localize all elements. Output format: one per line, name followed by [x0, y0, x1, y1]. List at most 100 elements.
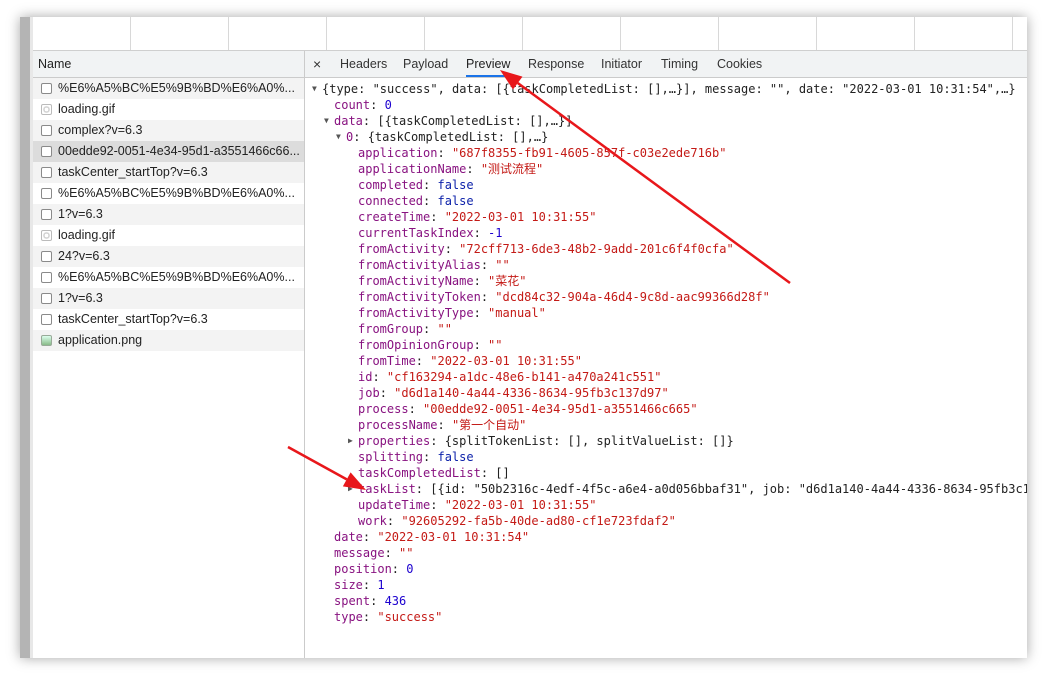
- json-key: taskList: [358, 482, 416, 496]
- json-value: 0: [384, 98, 392, 112]
- json-key: applicationName: [358, 162, 467, 176]
- waterfall-cell: [1012, 17, 1013, 50]
- json-line: createTime: "2022-03-01 10:31:55": [305, 209, 1027, 225]
- tab-preview[interactable]: Preview: [466, 51, 511, 77]
- json-line[interactable]: ▼ {type: "success", data: [{taskCompleted…: [305, 81, 1027, 97]
- json-value: "2022-03-01 10:31:55": [444, 498, 597, 512]
- json-value: -1: [488, 226, 503, 240]
- tab-response[interactable]: Response: [528, 51, 584, 77]
- request-name: loading.gif: [58, 102, 115, 116]
- document-icon: [41, 167, 52, 178]
- json-line: taskCompletedList: []: [305, 465, 1027, 481]
- json-line: fromActivityName: "菜花": [305, 273, 1027, 289]
- request-row[interactable]: 24?v=6.3: [33, 246, 304, 267]
- json-key: job: [358, 386, 380, 400]
- json-line: fromGroup: "": [305, 321, 1027, 337]
- request-name: %E6%A5%BC%E5%9B%BD%E6%A0%...: [58, 270, 295, 284]
- json-value: 1: [377, 578, 385, 592]
- json-value: "2022-03-01 10:31:55": [430, 354, 582, 368]
- document-icon: [41, 272, 52, 283]
- json-line: connected: false: [305, 193, 1027, 209]
- json-line: date: "2022-03-01 10:31:54": [305, 529, 1027, 545]
- json-colon: :: [430, 498, 445, 512]
- request-row[interactable]: %E6%A5%BC%E5%9B%BD%E6%A0%...: [33, 267, 304, 288]
- json-colon: :: [379, 386, 395, 400]
- request-row[interactable]: application.png: [33, 330, 304, 351]
- json-colon: :: [362, 610, 378, 624]
- json-value: {taskCompletedList: [],…}: [367, 130, 549, 144]
- close-icon[interactable]: ×: [313, 51, 321, 77]
- json-colon: :: [423, 322, 438, 336]
- request-row[interactable]: loading.gif: [33, 225, 304, 246]
- json-value: "": [399, 546, 414, 560]
- json-key: completed: [358, 178, 424, 192]
- json-key: createTime: [358, 210, 431, 224]
- waterfall-cell: [326, 17, 327, 50]
- json-colon: :: [372, 370, 387, 384]
- request-name: %E6%A5%BC%E5%9B%BD%E6%A0%...: [58, 81, 295, 95]
- request-row[interactable]: complex?v=6.3: [33, 120, 304, 141]
- json-line[interactable]: ▶ taskList: [{id: "50b2316c-4edf-4f5c-a6e…: [305, 481, 1027, 497]
- request-row[interactable]: 1?v=6.3: [33, 288, 304, 309]
- json-colon: :: [391, 562, 407, 576]
- document-icon: [41, 146, 52, 157]
- waterfall-overview[interactable]: [33, 17, 1027, 51]
- waterfall-cell: [914, 17, 915, 50]
- json-value: "第一个自动": [451, 418, 527, 432]
- json-colon: :: [423, 178, 438, 192]
- request-row[interactable]: %E6%A5%BC%E5%9B%BD%E6%A0%...: [33, 78, 304, 99]
- collapse-triangle-icon[interactable]: ▶: [348, 481, 353, 497]
- request-name: 1?v=6.3: [58, 291, 103, 305]
- json-colon: :: [444, 242, 460, 256]
- request-name: taskCenter_startTop?v=6.3: [58, 312, 208, 326]
- tab-cookies[interactable]: Cookies: [717, 51, 762, 77]
- json-key: splitting: [358, 450, 424, 464]
- json-line: type: "success": [305, 609, 1027, 625]
- json-value: "2022-03-01 10:31:54": [377, 530, 530, 544]
- tab-payload[interactable]: Payload: [403, 51, 448, 77]
- detail-tabs: × Headers Payload Preview Response Initiator…: [305, 51, 1027, 78]
- json-colon: :: [437, 146, 452, 160]
- json-value: false: [437, 450, 474, 464]
- json-line: message: "": [305, 545, 1027, 561]
- request-row[interactable]: 00edde92-0051-4e34-95d1-a3551466c66...: [33, 141, 304, 162]
- json-key: type: [334, 610, 363, 624]
- json-key: fromOpinionGroup: [358, 338, 474, 352]
- json-line: updateTime: "2022-03-01 10:31:55": [305, 497, 1027, 513]
- waterfall-cell: [816, 17, 817, 50]
- json-key: process: [358, 402, 409, 416]
- json-line[interactable]: ▶ properties: {splitTokenList: [], splitV…: [305, 433, 1027, 449]
- expand-triangle-icon[interactable]: ▼: [324, 113, 329, 129]
- json-value: "": [495, 258, 510, 272]
- request-row[interactable]: taskCenter_startTop?v=6.3: [33, 162, 304, 183]
- json-colon: :: [480, 258, 496, 272]
- request-row[interactable]: loading.gif: [33, 99, 304, 120]
- json-line: work: "92605292-fa5b-40de-ad80-cf1e723fd…: [305, 513, 1027, 529]
- json-key: taskCompletedList: [358, 466, 481, 480]
- json-line[interactable]: ▼ 0: {taskCompletedList: [],…}: [305, 129, 1027, 145]
- json-line: applicationName: "测试流程": [305, 161, 1027, 177]
- json-colon: :: [353, 130, 368, 144]
- json-key: message: [334, 546, 385, 560]
- tab-initiator[interactable]: Initiator: [601, 51, 642, 77]
- tab-headers[interactable]: Headers: [340, 51, 387, 77]
- json-value: 0: [406, 562, 414, 576]
- json-colon: :: [423, 194, 438, 208]
- name-column-header[interactable]: Name: [33, 51, 304, 78]
- json-value: "manual": [488, 306, 546, 320]
- json-key: fromGroup: [358, 322, 424, 336]
- json-value: false: [437, 178, 474, 192]
- json-line: completed: false: [305, 177, 1027, 193]
- tab-timing[interactable]: Timing: [661, 51, 698, 77]
- request-row[interactable]: %E6%A5%BC%E5%9B%BD%E6%A0%...: [33, 183, 304, 204]
- expand-triangle-icon[interactable]: ▼: [336, 129, 341, 145]
- json-line[interactable]: ▼ data: [{taskCompletedList: [],…}]: [305, 113, 1027, 129]
- json-colon: :: [430, 434, 445, 448]
- request-row[interactable]: 1?v=6.3: [33, 204, 304, 225]
- json-key: count: [334, 98, 371, 112]
- request-row[interactable]: taskCenter_startTop?v=6.3: [33, 309, 304, 330]
- collapse-triangle-icon[interactable]: ▶: [348, 433, 353, 449]
- json-line: fromActivityToken: "dcd84c32-904a-46d4-9…: [305, 289, 1027, 305]
- expand-triangle-icon[interactable]: ▼: [312, 81, 317, 97]
- json-colon: :: [362, 578, 378, 592]
